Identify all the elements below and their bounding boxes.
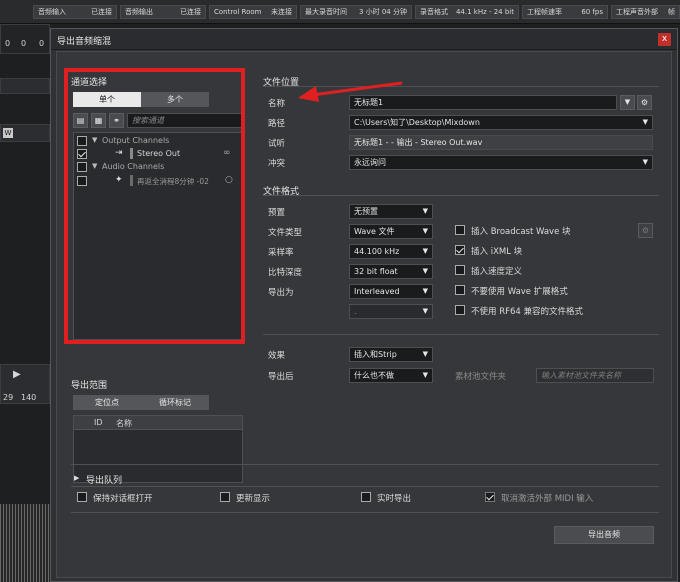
chevron-down-icon: ▼ — [642, 118, 648, 126]
preview-label: 试听 — [268, 139, 286, 149]
export-range-heading: 导出范围 — [71, 381, 108, 391]
chevron-down-icon: ▼ — [422, 267, 428, 275]
chevron-right-icon[interactable]: ▶ — [74, 474, 79, 482]
path-dropdown[interactable]: C:\Users\知了\Desktop\Mixdown ▼ — [349, 115, 653, 130]
bwf-checkbox[interactable] — [455, 225, 465, 235]
bg-track-controls: W — [0, 124, 50, 142]
keep-open-checkbox[interactable] — [77, 492, 87, 502]
divider — [263, 195, 659, 196]
bwf-settings-button[interactable]: ⚙ — [638, 223, 653, 238]
bg-track-header — [0, 78, 50, 94]
conflict-dropdown[interactable]: 永远询问 ▼ — [349, 155, 653, 170]
chevron-down-icon: ▼ — [422, 227, 428, 235]
status-bar: 音频输入 已连接 音频输出 已连接 Control Room 未连接 最大录音时… — [0, 0, 680, 24]
divider — [71, 512, 659, 513]
chevron-down-icon: ▼ — [422, 350, 428, 358]
no-wave-ext-label: 不要使用 Wave 扩展格式 — [471, 287, 568, 297]
bg-waveform — [0, 504, 50, 582]
conflict-label: 冲突 — [268, 159, 286, 169]
tempo-label: 插入速度定义 — [471, 267, 523, 277]
close-button[interactable]: x — [658, 33, 671, 46]
dialog-title: 导出音频缩混 — [57, 37, 112, 47]
chevron-down-icon: ▼ — [422, 287, 428, 295]
effects-dropdown[interactable]: 插入和Strip ▼ — [349, 347, 433, 362]
name-label: 名称 — [268, 99, 286, 109]
annotation-arrow — [298, 81, 403, 102]
pool-folder-label: 素材池文件夹 — [455, 372, 507, 382]
highlight-box — [64, 68, 245, 344]
bg-ruler: 0 0 0 — [0, 24, 50, 54]
range-list-header: ID 名称 — [74, 416, 242, 430]
no-rf64-label: 不使用 RF64 兼容的文件格式 — [471, 307, 584, 317]
gear-icon: ⚙ — [640, 98, 649, 107]
export-as-dropdown[interactable]: Interleaved ▼ — [349, 284, 433, 299]
dialog-titlebar[interactable]: 导出音频缩混 x — [51, 29, 677, 50]
status-max-record-time: 最大录音时间 3 小时 04 分钟 — [300, 5, 412, 19]
name-settings-button[interactable]: ⚙ — [637, 95, 652, 110]
status-frame-rate: 工程帧速率 60 fps — [522, 5, 608, 19]
tab-locators[interactable]: 定位点 — [73, 395, 141, 410]
chevron-down-icon: ▼ — [422, 247, 428, 255]
status-control-room: Control Room 未连接 — [209, 5, 297, 19]
status-audio-input: 音频输入 已连接 — [33, 5, 117, 19]
preset-label: 预置 — [268, 208, 286, 218]
keep-open-label: 保持对话框打开 — [93, 494, 153, 504]
deactivate-midi-label: 取消激活外部 MIDI 输入 — [501, 494, 594, 504]
export-audio-button[interactable]: 导出音频 — [554, 526, 654, 544]
bit-depth-dropdown[interactable]: 32 bit float ▼ — [349, 264, 433, 279]
deactivate-midi-checkbox[interactable] — [485, 492, 495, 502]
tab-cycle-markers[interactable]: 循环标记 — [141, 395, 209, 410]
chevron-down-icon: ▼ — [422, 307, 428, 315]
no-rf64-checkbox[interactable] — [455, 305, 465, 315]
status-project-pan: 工程声音外部 帧 — [611, 5, 680, 19]
play-icon[interactable]: ▶ — [13, 369, 21, 380]
preset-dropdown[interactable]: 无预置 ▼ — [349, 204, 433, 219]
bit-depth-label: 比特深度 — [268, 268, 303, 278]
export-as-label: 导出为 — [268, 288, 294, 298]
tempo-checkbox[interactable] — [455, 265, 465, 275]
export-queue-heading[interactable]: 导出队列 — [86, 473, 122, 486]
bwf-label: 插入 Broadcast Wave 块 — [471, 227, 571, 237]
status-audio-output: 音频输出 已连接 — [120, 5, 206, 19]
sample-rate-label: 采样率 — [268, 248, 294, 258]
pool-folder-input[interactable]: 输入素材池文件夹名称 — [536, 368, 654, 383]
chevron-down-icon: ▼ — [422, 371, 428, 379]
preview-field: 无标题1 - - 输出 - Stereo Out.wav — [349, 135, 653, 150]
update-display-label: 更新显示 — [236, 494, 271, 504]
update-display-checkbox[interactable] — [220, 492, 230, 502]
ixml-label: 插入 iXML 块 — [471, 247, 523, 257]
realtime-checkbox[interactable] — [361, 492, 371, 502]
gear-icon: ⚙ — [641, 226, 650, 235]
after-export-dropdown[interactable]: 什么也不做 ▼ — [349, 368, 433, 383]
divider — [71, 486, 659, 487]
file-type-dropdown[interactable]: Wave 文件 ▼ — [349, 224, 433, 239]
sample-rate-dropdown[interactable]: 44.100 kHz ▼ — [349, 244, 433, 259]
path-label: 路径 — [268, 119, 286, 129]
status-record-format: 录音格式 44.1 kHz - 24 bit — [415, 5, 519, 19]
no-wave-ext-checkbox[interactable] — [455, 285, 465, 295]
divider — [71, 464, 659, 465]
effects-label: 效果 — [268, 351, 286, 361]
realtime-label: 实时导出 — [377, 494, 412, 504]
chevron-down-icon: ▼ — [642, 158, 648, 166]
chevron-down-icon: ▼ — [624, 98, 631, 106]
after-export-label: 导出后 — [268, 372, 294, 382]
ixml-checkbox[interactable] — [455, 245, 465, 255]
divider — [263, 334, 659, 335]
bg-transport: ▶ 29 140 — [0, 364, 50, 404]
channel-split-dropdown: . ▼ — [349, 304, 433, 319]
name-dropdown-button[interactable]: ▼ — [620, 95, 635, 110]
file-type-label: 文件类型 — [268, 228, 303, 238]
write-automation-button[interactable]: W — [3, 128, 13, 138]
chevron-down-icon: ▼ — [422, 207, 428, 215]
